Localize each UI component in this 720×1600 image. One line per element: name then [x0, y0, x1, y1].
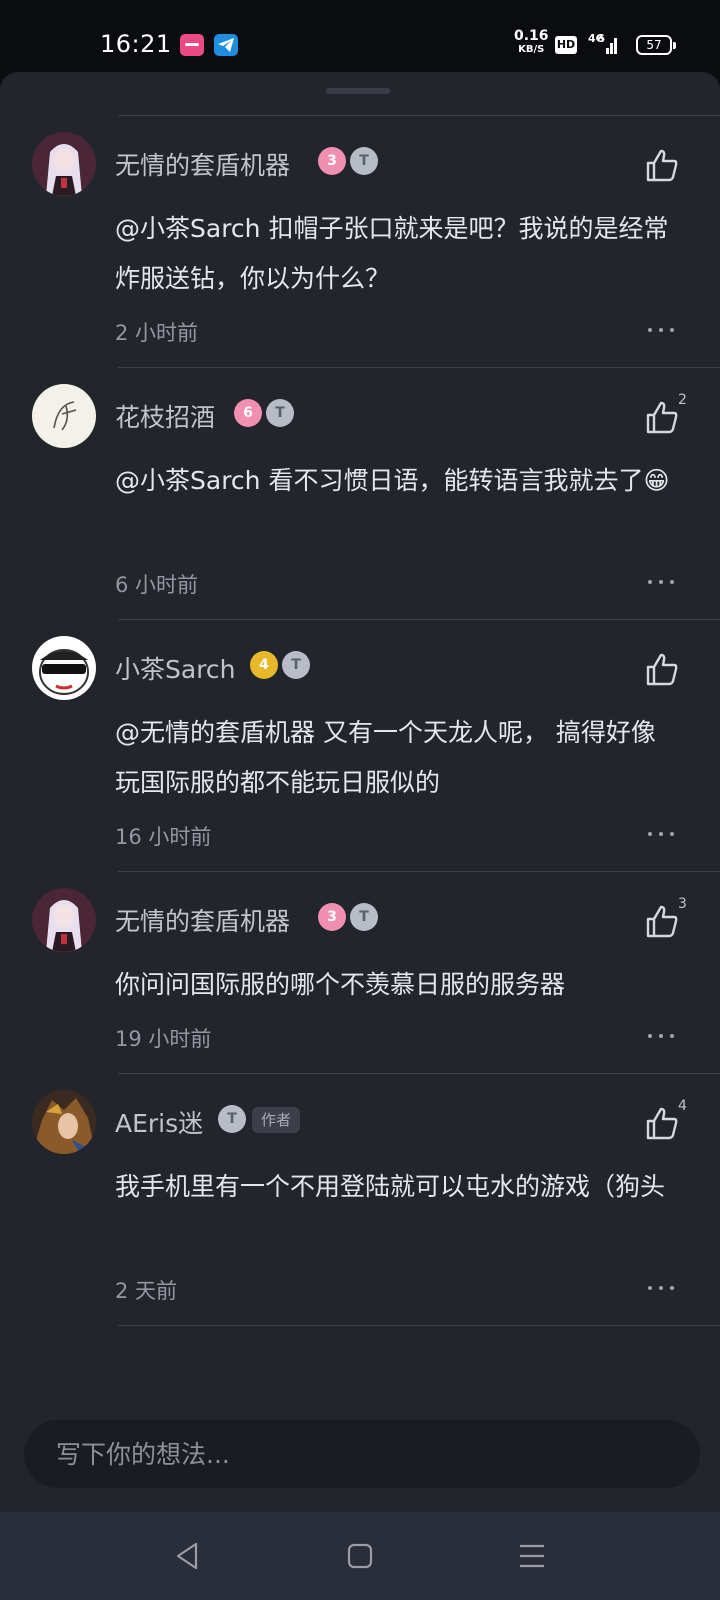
divider — [118, 619, 720, 620]
comment-time: 16 小时前 — [115, 825, 212, 849]
comment-text: 你问问国际服的哪个不羡慕日服的服务器 — [115, 970, 566, 999]
author-tag: 作者 — [252, 1107, 301, 1133]
divider — [118, 1073, 720, 1074]
level-badge: 6 — [234, 399, 262, 427]
username[interactable]: 无情的套盾机器 — [115, 902, 290, 938]
title-badge: T — [266, 399, 294, 427]
avatar[interactable] — [32, 132, 96, 196]
network-speed: 0.16 KB/S — [514, 28, 549, 55]
divider — [118, 1325, 720, 1326]
like-count: 3 — [678, 896, 687, 912]
like-icon[interactable] — [644, 400, 680, 436]
username[interactable]: AEris迷 — [115, 1104, 203, 1140]
battery-icon: 57 — [636, 35, 676, 55]
avatar[interactable] — [32, 384, 96, 448]
status-bar: 16:21 0.16 KB/S HD 4G 57 — [0, 0, 720, 72]
more-options-icon[interactable] — [648, 1284, 676, 1292]
screen: 16:21 0.16 KB/S HD 4G 57 无情的套盾机器 3 T @小茶… — [0, 0, 720, 1600]
like-icon[interactable] — [644, 652, 680, 688]
home-icon[interactable] — [338, 1534, 382, 1578]
mention-link[interactable]: @无情的套盾机器 — [115, 718, 315, 747]
title-badge: T — [350, 147, 378, 175]
telegram-icon — [214, 34, 238, 56]
like-icon[interactable] — [644, 904, 680, 940]
comment-text: @小茶Sarch 扣帽子张口就来是吧？我说的是经常炸服送钻，你以为什么？ — [115, 214, 669, 293]
system-nav-bar — [0, 1512, 720, 1600]
avatar[interactable] — [32, 888, 96, 952]
comment-text: @无情的套盾机器 又有一个天龙人呢， 搞得好像玩国际服的都不能玩日服似的 — [115, 718, 656, 797]
like-icon[interactable] — [644, 148, 680, 184]
level-badge: 3 — [318, 903, 346, 931]
more-options-icon[interactable] — [648, 1032, 676, 1040]
app-notification-icon — [180, 34, 204, 56]
more-options-icon[interactable] — [648, 326, 676, 334]
comment-time: 19 小时前 — [115, 1027, 212, 1051]
comment-text: 我手机里有一个不用登陆就可以屯水的游戏（狗头 — [115, 1172, 666, 1201]
comments-sheet: 无情的套盾机器 3 T @小茶Sarch 扣帽子张口就来是吧？我说的是经常炸服送… — [0, 72, 720, 1512]
comment-text: @小茶Sarch 看不习惯日语，能转语言我就去了😁 — [115, 466, 670, 495]
status-time: 16:21 — [100, 30, 172, 58]
like-icon[interactable] — [644, 1106, 680, 1142]
comment-input[interactable] — [56, 1420, 656, 1488]
divider — [118, 115, 720, 116]
title-badge: T — [282, 651, 310, 679]
drag-handle[interactable] — [326, 88, 390, 94]
more-options-icon[interactable] — [648, 578, 676, 586]
comment-input-box[interactable] — [24, 1420, 700, 1488]
comment-time: 2 小时前 — [115, 321, 199, 345]
level-badge: 3 — [318, 147, 346, 175]
menu-icon[interactable] — [510, 1534, 554, 1578]
more-options-icon[interactable] — [648, 830, 676, 838]
title-badge: T — [218, 1105, 246, 1133]
username[interactable]: 花枝招酒 — [115, 398, 215, 434]
comment-time: 2 天前 — [115, 1279, 178, 1303]
avatar[interactable] — [32, 1090, 96, 1154]
title-badge: T — [350, 903, 378, 931]
username[interactable]: 小茶Sarch — [115, 650, 236, 686]
signal-icon — [597, 34, 617, 54]
mention-link[interactable]: @小茶Sarch — [115, 466, 261, 495]
like-count: 4 — [678, 1098, 687, 1114]
divider — [118, 871, 720, 872]
comment-time: 6 小时前 — [115, 573, 199, 597]
username[interactable]: 无情的套盾机器 — [115, 146, 290, 182]
level-badge: 4 — [250, 651, 278, 679]
back-icon[interactable] — [166, 1534, 210, 1578]
avatar[interactable] — [32, 636, 96, 700]
mention-link[interactable]: @小茶Sarch — [115, 214, 261, 243]
divider — [118, 367, 720, 368]
hd-icon: HD — [555, 36, 577, 54]
like-count: 2 — [678, 392, 687, 408]
